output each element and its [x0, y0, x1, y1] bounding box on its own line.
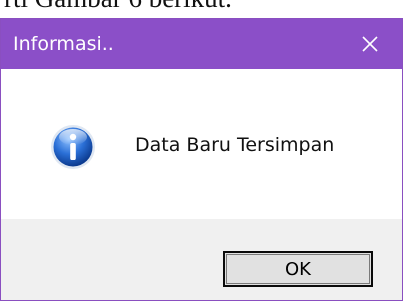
- dialog-titlebar[interactable]: Informasi..: [1, 19, 402, 69]
- close-icon: [362, 36, 378, 52]
- document-caption-text: rti Gambar 6 berikut.: [0, 0, 403, 18]
- ok-button[interactable]: OK: [223, 251, 373, 287]
- dialog-message: Data Baru Tersimpan: [135, 134, 335, 156]
- dialog-title: Informasi..: [13, 33, 114, 55]
- dialog-body: Data Baru Tersimpan: [1, 69, 402, 219]
- close-button[interactable]: [338, 19, 402, 69]
- info-dialog: Informasi.. Data Baru Tersimpan OK: [0, 18, 403, 301]
- information-icon: [51, 125, 95, 169]
- dialog-footer: OK: [1, 219, 402, 300]
